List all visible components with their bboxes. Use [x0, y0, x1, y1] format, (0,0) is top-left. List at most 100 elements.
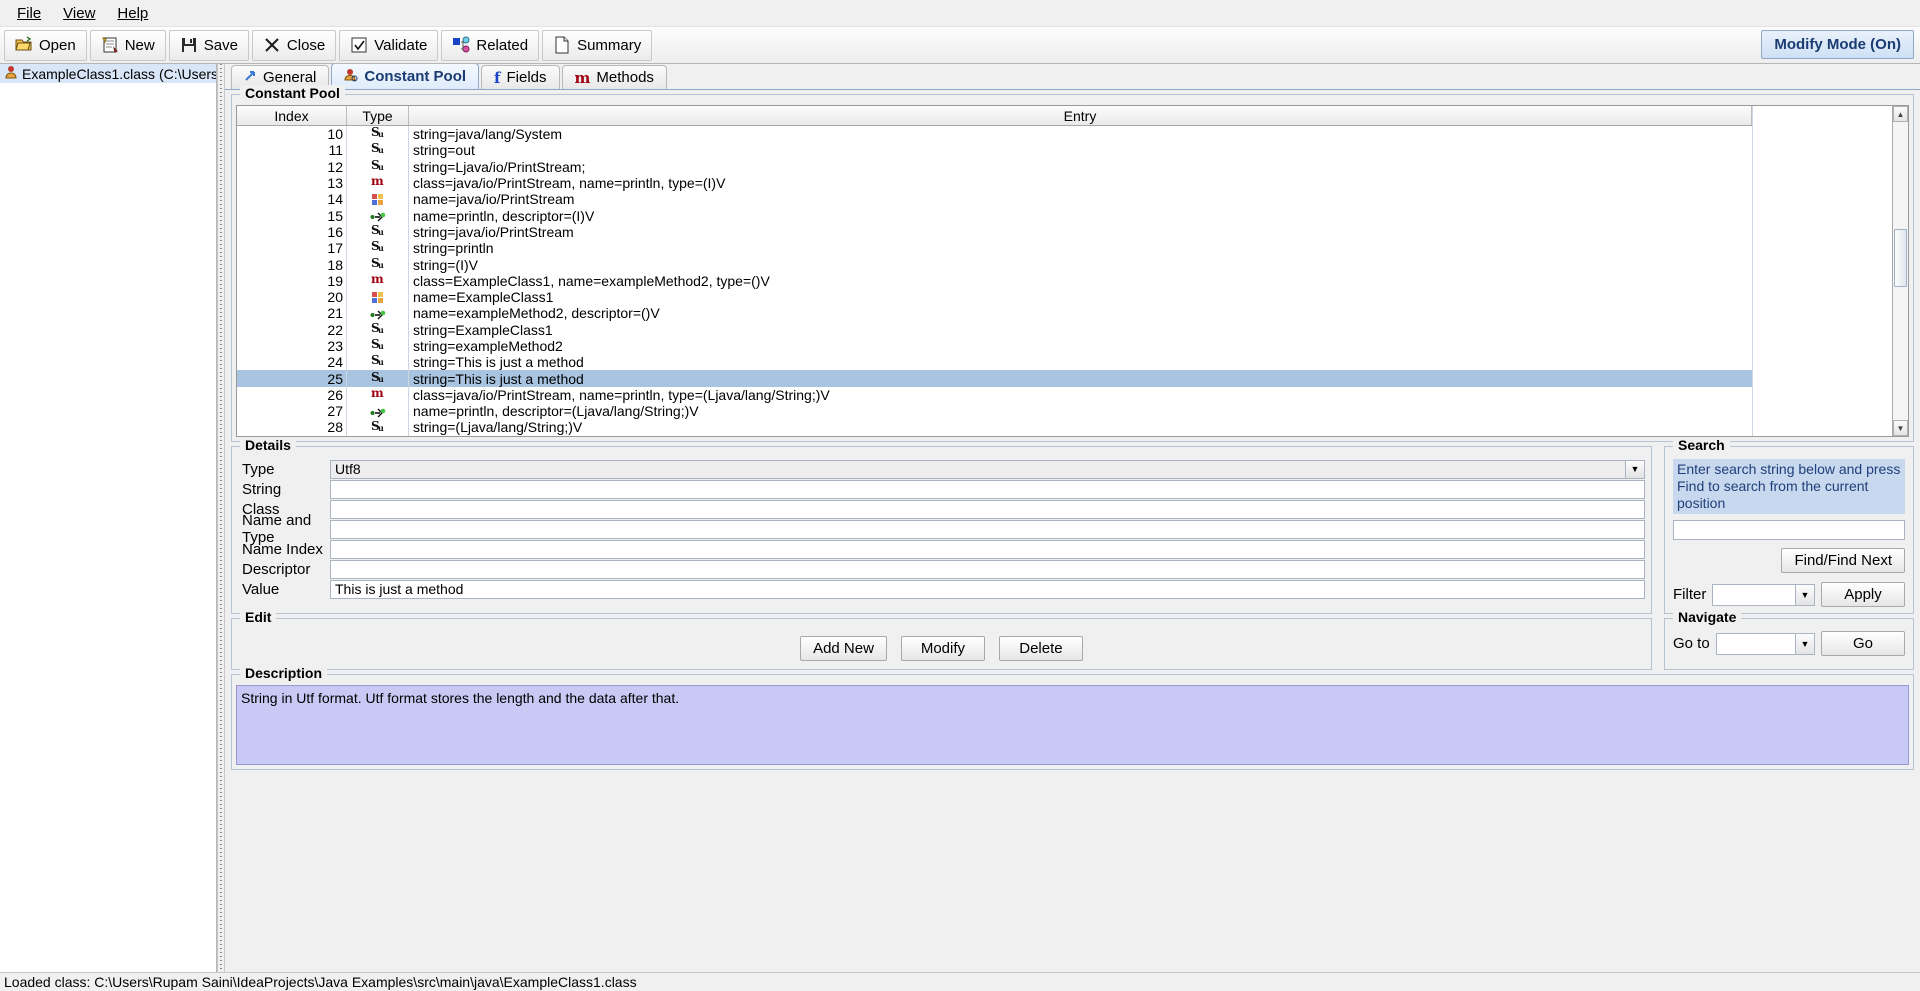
cell-entry: name=java/io/PrintStream — [413, 191, 575, 208]
details-field-type[interactable]: Utf8 ▼ — [330, 459, 1645, 479]
status-bar: Loaded class: C:\Users\Rupam Saini\IdeaP… — [0, 972, 1920, 991]
validate-button[interactable]: Validate — [339, 29, 439, 61]
utf8-type-icon: Su — [370, 239, 385, 257]
cell-entry: string=(Ljava/lang/String;)V — [413, 419, 583, 436]
constant-pool-icon — [344, 68, 358, 86]
cell-entry: string=java/lang/System — [413, 126, 563, 143]
cell-entry: string=println — [413, 240, 494, 257]
details-group: Details Type Utf8 ▼ String Class Name and Typ… — [231, 437, 1652, 614]
tab-constant-pool[interactable]: Constant Pool — [331, 63, 480, 89]
cell-type: Su — [347, 223, 409, 241]
table-row[interactable]: 15 name=println, descriptor=(I)V — [237, 207, 1752, 224]
method-type-icon: m — [370, 386, 385, 404]
method-type-icon: m — [370, 272, 385, 290]
constant-pool-table-main: Index Type Entry 10 Su string=java/lang/Sy… — [237, 106, 1752, 436]
new-file-icon — [101, 36, 119, 54]
scroll-up-button[interactable]: ▲ — [1893, 106, 1908, 122]
method-m-icon: m — [574, 68, 591, 87]
apply-button[interactable]: Apply — [1821, 582, 1905, 607]
table-row[interactable]: 18 Su string=(I)V — [237, 256, 1752, 273]
type-chevron-down-icon[interactable]: ▼ — [1625, 460, 1644, 478]
utf8-type-icon: Su — [370, 158, 385, 176]
related-button[interactable]: Related — [441, 29, 540, 61]
table-row[interactable]: 11 Su string=out — [237, 141, 1752, 159]
table-row[interactable]: 20 name=ExampleClass1 — [237, 288, 1752, 306]
utf8-type-icon: Su — [370, 321, 385, 339]
details-field-value: Utf8 — [335, 461, 361, 477]
table-row[interactable]: 25 Su string=This is just a method — [237, 370, 1752, 387]
related-button-label: Related — [476, 36, 529, 54]
svg-text:u: u — [378, 243, 384, 253]
related-nodes-icon — [452, 36, 470, 54]
scroll-thumb[interactable] — [1894, 229, 1907, 288]
modify-mode-button[interactable]: Modify Mode (On) — [1761, 30, 1914, 59]
menu-file[interactable]: File — [6, 2, 52, 25]
cell-entry: string=This is just a method — [413, 370, 584, 387]
add-new-button[interactable]: Add New — [800, 635, 887, 661]
table-row[interactable]: 13 m class=java/io/PrintStream, name=print… — [237, 174, 1752, 192]
details-field-value[interactable]: This is just a method — [330, 579, 1645, 599]
open-button-label: Open — [39, 36, 76, 54]
menu-view[interactable]: View — [52, 2, 106, 25]
table-row[interactable]: 26 m class=java/io/PrintStream, name=print… — [237, 386, 1752, 404]
filter-combo[interactable]: ▼ — [1712, 583, 1815, 606]
tab-methods-label: Methods — [596, 69, 654, 86]
new-button[interactable]: New — [89, 29, 166, 61]
svg-text:m: m — [371, 272, 384, 286]
table-row[interactable]: 21 name=exampleMethod2, descriptor=()V — [237, 305, 1752, 322]
details-field-name-and-type[interactable] — [330, 519, 1645, 539]
open-button[interactable]: Open — [4, 29, 87, 61]
menu-help[interactable]: Help — [106, 2, 159, 25]
cell-index: 28 — [237, 419, 347, 436]
goto-chevron-down-icon[interactable]: ▼ — [1795, 633, 1814, 654]
table-row[interactable]: 10 Su string=java/lang/System — [237, 126, 1752, 143]
constant-pool-table: Index Type Entry 10 Su string=java/lang/Sy… — [236, 105, 1909, 437]
cell-index: 16 — [237, 223, 347, 241]
summary-button[interactable]: Summary — [542, 29, 653, 61]
table-row[interactable]: 14 name=java/io/PrintStream — [237, 191, 1752, 208]
tab-fields[interactable]: f Fields — [481, 65, 560, 89]
details-field-class[interactable] — [330, 499, 1645, 519]
table-row[interactable]: 16 Su string=java/io/PrintStream — [237, 223, 1752, 241]
cell-index: 20 — [237, 288, 347, 306]
goto-label: Go to — [1673, 635, 1710, 652]
cell-type: Su — [347, 141, 409, 159]
table-row[interactable]: 23 Su string=exampleMethod2 — [237, 337, 1752, 355]
table-row[interactable]: 12 Su string=Ljava/io/PrintStream; — [237, 158, 1752, 176]
table-row[interactable]: 17 Su string=println — [237, 239, 1752, 257]
table-empty-tail-column — [1752, 106, 1892, 436]
column-header-type[interactable]: Type — [347, 106, 409, 125]
table-row[interactable]: 28 Su string=(Ljava/lang/String;)V — [237, 419, 1752, 436]
cell-index: 15 — [237, 207, 347, 224]
find-next-button[interactable]: Find/Find Next — [1781, 548, 1905, 573]
table-row[interactable]: 24 Su string=This is just a method — [237, 353, 1752, 371]
tree-item-exampleclass1[interactable]: ExampleClass1.class (C:\Users\Ru — [0, 64, 216, 83]
details-field-descriptor[interactable] — [330, 559, 1645, 579]
column-header-index[interactable]: Index — [237, 106, 347, 125]
scroll-down-button[interactable]: ▼ — [1893, 420, 1908, 436]
table-row[interactable]: 19 m class=ExampleClass1, name=exampleMeth… — [237, 272, 1752, 290]
table-vertical-scrollbar[interactable]: ▲ ▼ — [1892, 106, 1908, 436]
close-x-icon — [263, 36, 281, 54]
modify-button[interactable]: Modify — [900, 635, 985, 661]
cell-index: 21 — [237, 305, 347, 322]
svg-text:u: u — [378, 374, 384, 384]
menu-help-label: Help — [117, 4, 149, 22]
save-button[interactable]: Save — [168, 29, 249, 61]
vertical-splitter[interactable] — [217, 64, 225, 972]
filter-chevron-down-icon[interactable]: ▼ — [1795, 584, 1814, 605]
table-row[interactable]: 27 name=println, descriptor=(Ljava/lang/S… — [237, 403, 1752, 420]
tab-methods[interactable]: m Methods — [561, 65, 667, 89]
table-row[interactable]: 22 Su string=ExampleClass1 — [237, 321, 1752, 339]
save-button-label: Save — [203, 36, 238, 54]
go-button[interactable]: Go — [1821, 631, 1905, 656]
search-input[interactable] — [1673, 520, 1905, 540]
scroll-track[interactable] — [1893, 122, 1908, 420]
delete-button[interactable]: Delete — [998, 635, 1083, 661]
details-field-string[interactable] — [330, 479, 1645, 499]
column-header-entry[interactable]: Entry — [409, 106, 1752, 125]
details-field-name-index[interactable] — [330, 539, 1645, 559]
cell-entry: string=This is just a method — [413, 354, 584, 371]
goto-combo[interactable]: ▼ — [1715, 632, 1815, 655]
close-button[interactable]: Close — [251, 29, 337, 61]
